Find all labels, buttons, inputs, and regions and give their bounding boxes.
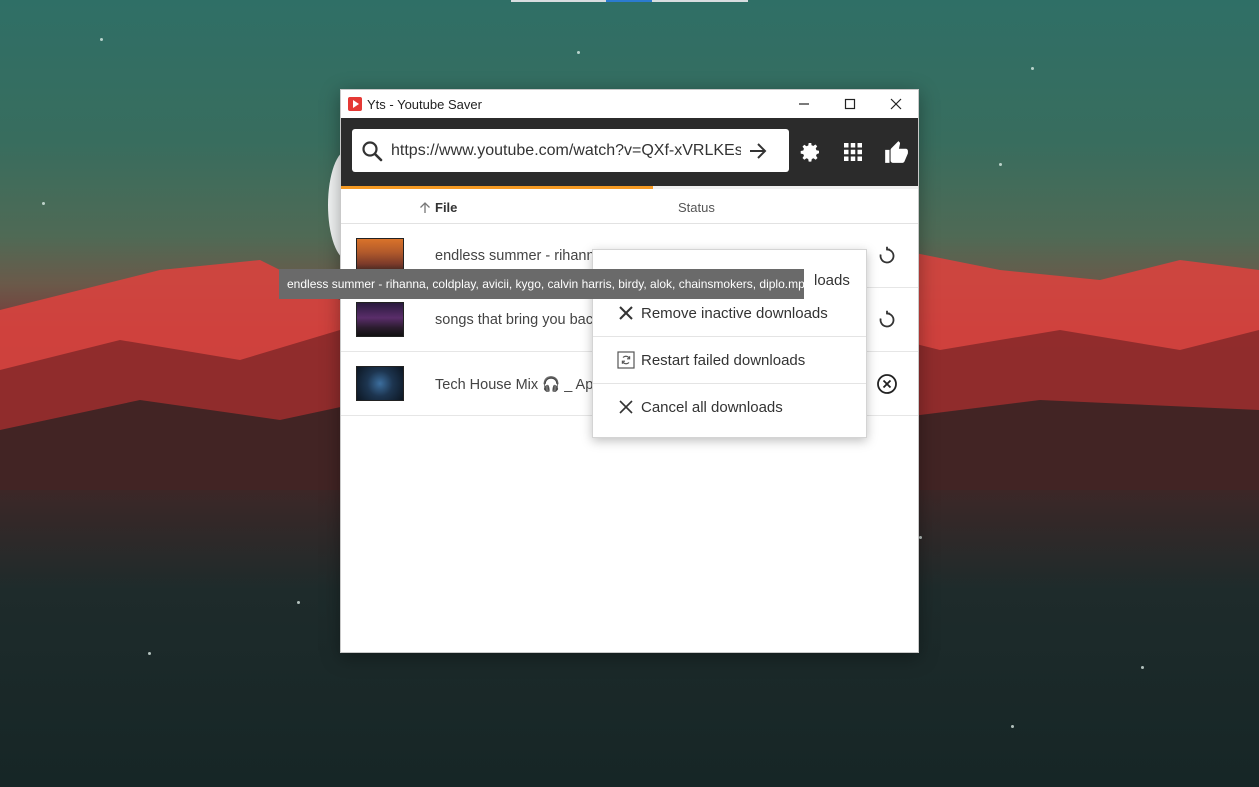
desktop-top-bar (511, 0, 748, 2)
star (297, 601, 300, 604)
filename-tooltip: endless summer - rihanna, coldplay, avic… (279, 269, 811, 299)
menu-item-restart-failed[interactable]: Restart failed downloads (593, 337, 866, 383)
menu-partial-text: loads (814, 272, 850, 289)
row-title: Tech House Mix 🎧 _ Apri (435, 377, 602, 393)
menu-item-cancel-all[interactable]: Cancel all downloads (593, 384, 866, 430)
table-header: File Status (341, 189, 918, 224)
toolbar (341, 118, 918, 186)
url-box (352, 129, 789, 172)
star (1031, 67, 1034, 70)
star (100, 38, 103, 41)
row-title: songs that bring you back (435, 312, 601, 328)
app-logo-icon (348, 97, 362, 111)
retry-icon[interactable] (875, 308, 899, 332)
video-thumbnail (356, 238, 404, 273)
star (999, 163, 1002, 166)
star (42, 202, 45, 205)
gear-icon[interactable] (796, 138, 824, 166)
arrow-right-icon[interactable] (747, 140, 769, 162)
star (148, 652, 151, 655)
menu-item-label: Cancel all downloads (641, 398, 783, 416)
maximize-button[interactable] (827, 90, 873, 118)
minimize-icon (799, 103, 809, 105)
star (577, 51, 580, 54)
star (1141, 666, 1144, 669)
window-title: Yts - Youtube Saver (367, 96, 482, 112)
close-window-button[interactable] (873, 90, 919, 118)
restart-icon (617, 351, 635, 369)
close-icon (617, 398, 635, 416)
video-thumbnail (356, 302, 404, 337)
retry-icon[interactable] (875, 244, 899, 268)
video-thumbnail (356, 366, 404, 401)
column-header-status[interactable]: Status (678, 200, 715, 215)
minimize-button[interactable] (781, 90, 827, 118)
close-icon (890, 98, 902, 110)
close-icon (617, 304, 635, 322)
menu-item-label: Remove inactive downloads (641, 304, 828, 322)
grid-icon[interactable] (839, 138, 867, 166)
star (1011, 725, 1014, 728)
cancel-circle-icon[interactable] (875, 372, 899, 396)
thumbs-up-icon[interactable] (882, 138, 910, 166)
menu-item-label: Restart failed downloads (641, 351, 806, 369)
maximize-icon (844, 98, 856, 110)
url-input[interactable] (391, 141, 741, 160)
column-header-file-label: File (435, 200, 458, 215)
sort-up-icon (420, 202, 430, 213)
column-header-file[interactable]: File (419, 200, 457, 215)
title-bar[interactable]: Yts - Youtube Saver (341, 90, 918, 118)
star (919, 536, 922, 539)
search-icon (361, 140, 383, 162)
row-title: endless summer - rihanna (435, 248, 603, 264)
